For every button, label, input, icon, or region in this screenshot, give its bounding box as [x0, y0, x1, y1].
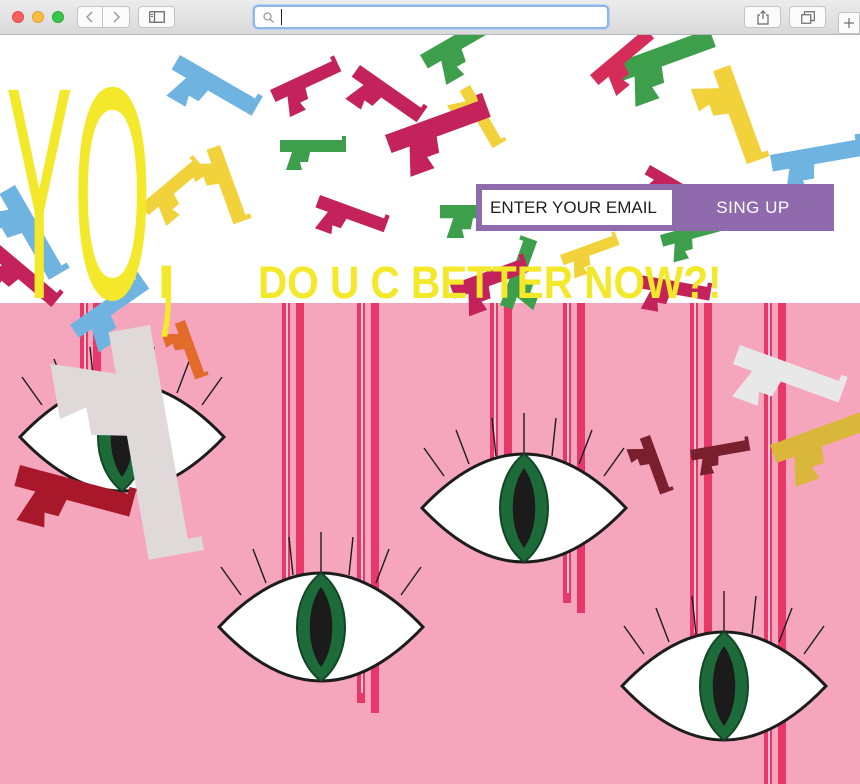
forward-button[interactable]	[103, 6, 130, 28]
signup-button[interactable]: SING UP	[672, 184, 834, 231]
back-chevron-icon	[86, 11, 93, 23]
signup-form: SING UP	[476, 184, 834, 231]
search-icon	[263, 12, 274, 23]
address-bar[interactable]	[253, 5, 609, 29]
tabs-button[interactable]	[789, 6, 826, 28]
browser-toolbar	[0, 0, 860, 35]
eye-bottom-left	[217, 530, 425, 683]
tagline: DO U C BETTER NOW?!	[258, 257, 722, 308]
eye-middle	[420, 411, 628, 564]
tabs-icon	[800, 10, 815, 24]
email-input[interactable]	[482, 190, 672, 225]
plus-icon	[844, 18, 854, 28]
sidebar-icon	[148, 11, 165, 23]
sidebar-button[interactable]	[138, 6, 175, 28]
headline: YO,	[6, 35, 182, 363]
zoom-window-button[interactable]	[52, 11, 64, 23]
minimize-window-button[interactable]	[32, 11, 44, 23]
share-icon	[756, 9, 769, 25]
close-window-button[interactable]	[12, 11, 24, 23]
landing-page: YO, DO U C BETTER NOW?! SING UP	[0, 35, 860, 784]
share-button[interactable]	[744, 6, 781, 28]
new-tab-button[interactable]	[838, 12, 860, 34]
address-input[interactable]	[281, 9, 599, 25]
forward-chevron-icon	[113, 11, 120, 23]
eye-bottom-right	[620, 589, 828, 742]
back-button[interactable]	[77, 6, 103, 28]
